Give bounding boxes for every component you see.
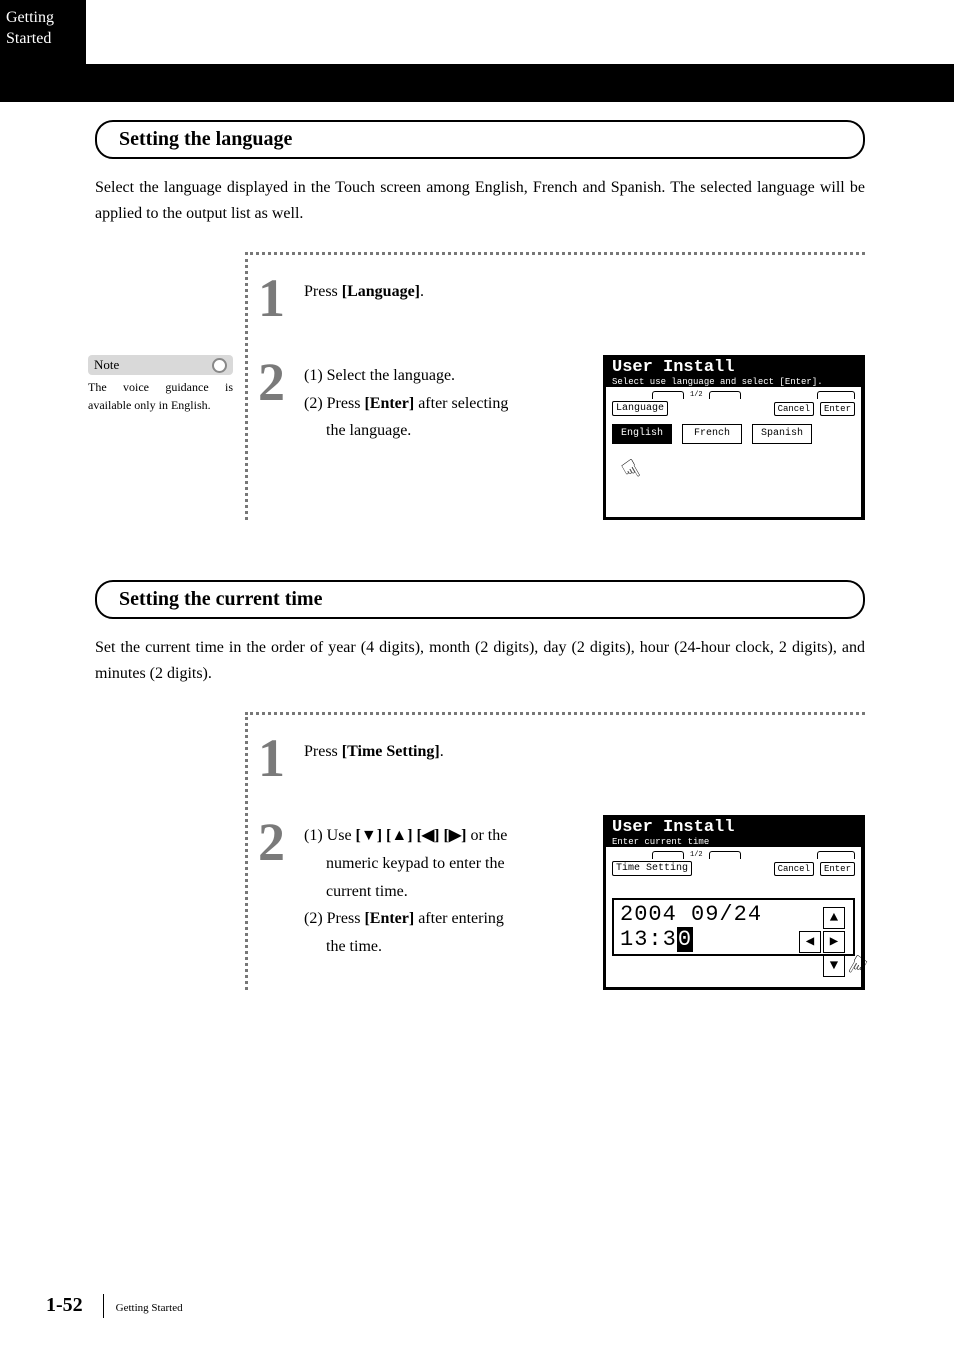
chapter-tab-line1: Getting <box>6 9 54 26</box>
time-enter-button[interactable]: Enter <box>820 862 855 876</box>
screen-subtitle: Select use language and select [Enter]. <box>612 377 855 387</box>
page-footer: 1-52 Getting Started <box>46 1294 183 1318</box>
footer-label: Getting Started <box>116 1302 183 1314</box>
time-cancel-button[interactable]: Cancel <box>774 862 814 876</box>
section-header-time: Setting the current time <box>95 580 865 619</box>
time-step2-text: (1) Use [▼] [▲] [◀] [▶] or the numeric k… <box>304 815 603 990</box>
time-step1-text: Press [Time Setting]. <box>304 731 865 785</box>
chapter-tab-line2: Started <box>6 30 51 47</box>
note-icon <box>212 358 227 373</box>
section-desc-time: Set the current time in the order of yea… <box>95 635 865 686</box>
arrow-down-button[interactable]: ▼ <box>823 955 845 977</box>
arrow-left-button[interactable]: ◀ <box>799 931 821 953</box>
hand-icon: ☟ <box>617 454 646 489</box>
header-band <box>0 64 954 102</box>
step2-text: (1) Select the language. (2) Press [Ente… <box>304 355 603 520</box>
section-desc-language: Select the language displayed in the Tou… <box>95 175 865 226</box>
time-step-number-1: 1 <box>248 731 304 785</box>
step-number-2: 2 <box>248 355 304 520</box>
step1-text: Press [Language]. <box>304 271 865 325</box>
cancel-button[interactable]: Cancel <box>774 402 814 416</box>
note-box: Note The voice guidance is available onl… <box>88 355 233 414</box>
section-header-language: Setting the language <box>95 120 865 159</box>
field-label-language: Language <box>612 401 668 416</box>
arrow-up-button[interactable]: ▲ <box>823 907 845 929</box>
time-screen-subtitle: Enter current time <box>612 837 855 847</box>
note-label: Note <box>94 357 212 373</box>
lang-option-spanish[interactable]: Spanish <box>752 424 812 444</box>
language-screen: User Install Select use language and sel… <box>603 355 865 520</box>
lang-option-french[interactable]: French <box>682 424 742 444</box>
time-step-number-2: 2 <box>248 815 304 990</box>
time-screen-title: User Install <box>612 818 855 837</box>
page-number: 1-52 <box>46 1294 83 1317</box>
enter-button[interactable]: Enter <box>820 402 855 416</box>
field-label-time: Time Setting <box>612 861 692 876</box>
arrow-right-button[interactable]: ▶ <box>823 931 845 953</box>
step-number-1: 1 <box>248 271 304 325</box>
time-screen: User Install Enter current time 1/2 Time… <box>603 815 865 990</box>
chapter-tab: Getting Started <box>0 0 86 64</box>
lang-option-english[interactable]: English <box>612 424 672 444</box>
screen-title: User Install <box>612 358 855 377</box>
note-body: The voice guidance is available only in … <box>88 379 233 414</box>
footer-divider <box>103 1294 104 1318</box>
